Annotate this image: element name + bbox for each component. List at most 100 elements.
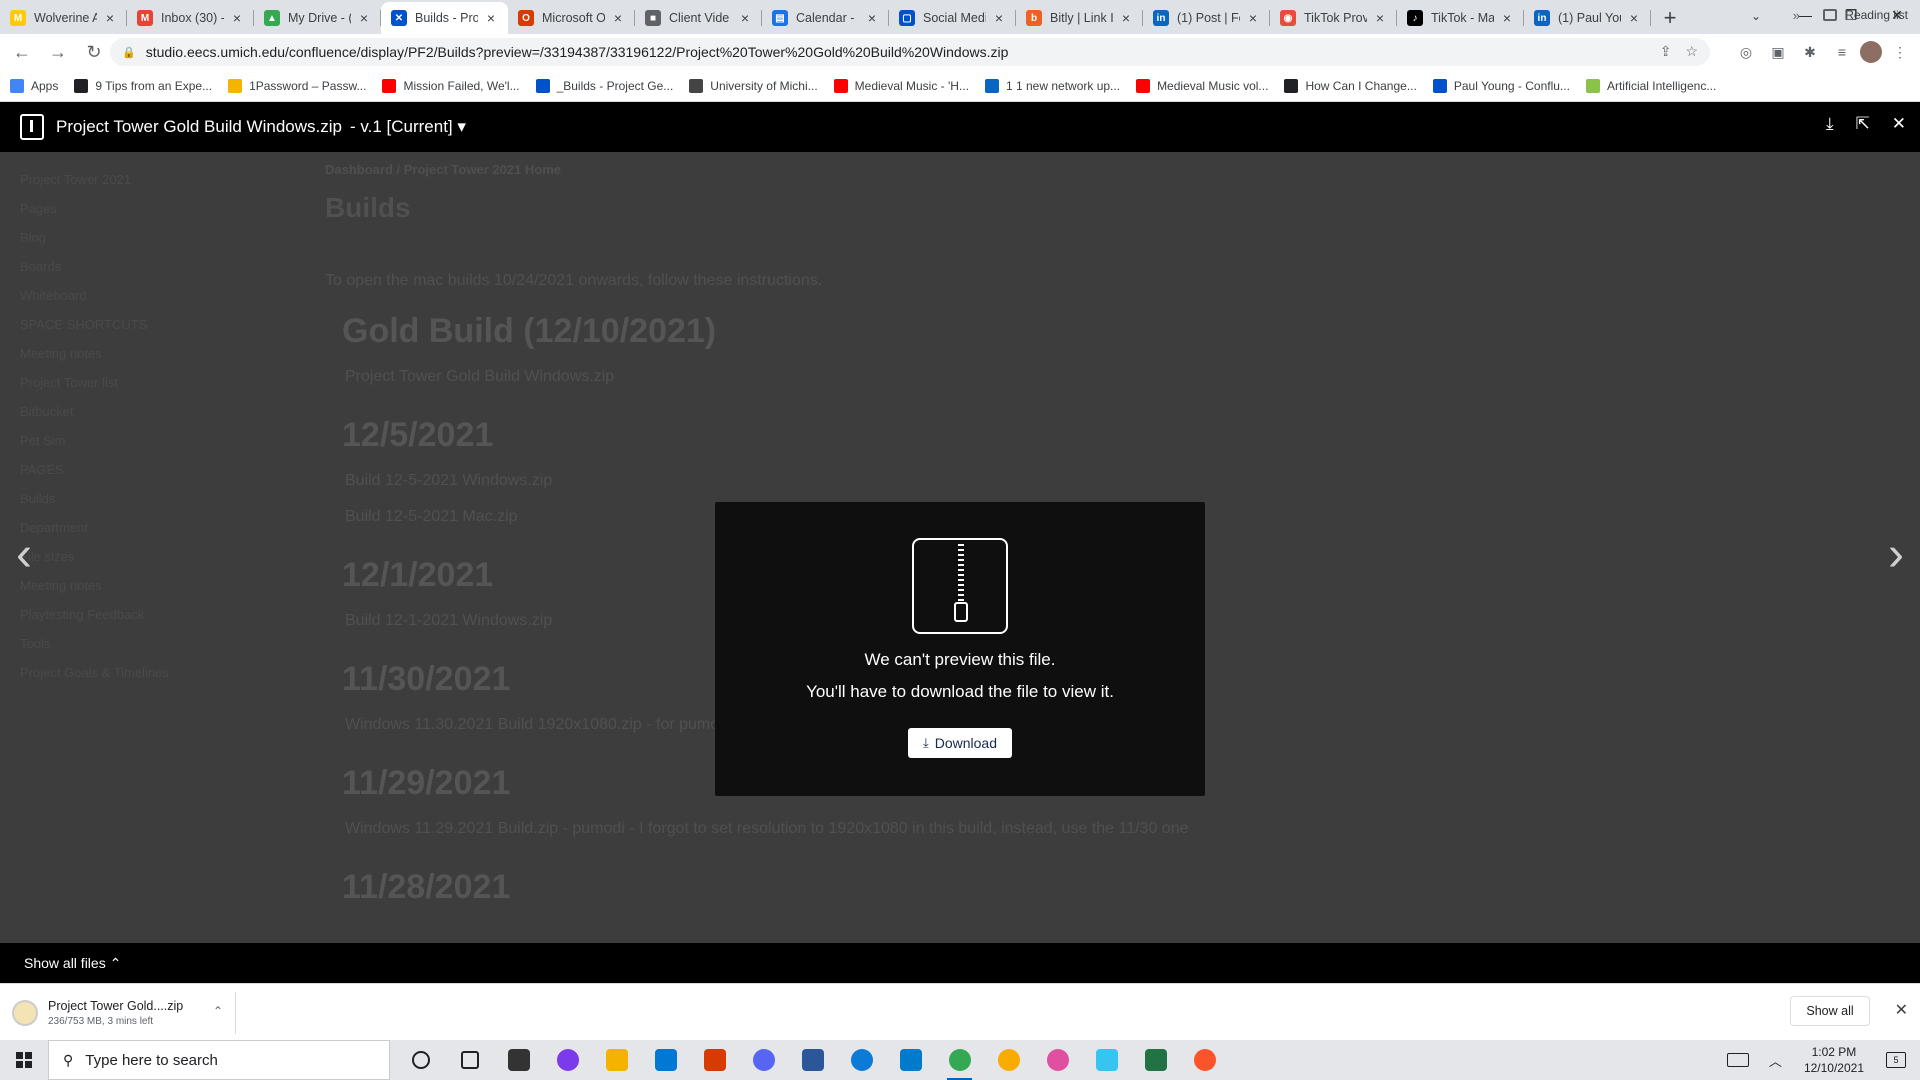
download-icon[interactable]: ⤓ xyxy=(1826,114,1834,134)
bookmark-star-icon[interactable]: ☆ xyxy=(1685,43,1698,60)
start-button[interactable] xyxy=(0,1040,48,1080)
bookmark-item[interactable]: Apps xyxy=(10,78,58,93)
browser-tab[interactable]: b Bitly | Link I × xyxy=(1016,2,1143,34)
taskbar-app[interactable] xyxy=(592,1040,641,1080)
browser-tab[interactable]: in (1) Paul You × xyxy=(1524,2,1651,34)
sidebar-item[interactable]: Project Tower list xyxy=(20,375,280,390)
close-tab-icon[interactable]: × xyxy=(103,10,117,26)
sidebar-item[interactable]: Department xyxy=(20,520,280,535)
sidebar-item[interactable]: Boards xyxy=(20,259,280,274)
file-link[interactable]: Windows 11.30.2021 Build 1920x1080.zip -… xyxy=(345,716,732,734)
taskbar-app[interactable] xyxy=(396,1040,445,1080)
bookmark-item[interactable]: University of Michi... xyxy=(689,78,818,93)
close-tab-icon[interactable]: × xyxy=(1500,10,1514,26)
show-all-files-bar[interactable]: Show all files ⌃ xyxy=(0,943,1920,983)
media-control-icon[interactable]: ≡ xyxy=(1828,38,1856,66)
file-link[interactable]: Windows 11.29.2021 Build.zip - pumodi - … xyxy=(345,820,1189,838)
extensions-puzzle-icon[interactable]: ✱ xyxy=(1796,38,1824,66)
bookmarks-overflow-icon[interactable]: » xyxy=(1793,8,1800,23)
new-tab-button[interactable]: + xyxy=(1655,2,1685,34)
forward-icon[interactable]: → xyxy=(44,38,72,66)
download-button[interactable]: ⤓ Download xyxy=(908,728,1012,758)
close-shelf-icon[interactable]: ✕ xyxy=(1895,1000,1908,1020)
sidebar-item[interactable]: Builds xyxy=(20,491,280,506)
keyboard-icon[interactable] xyxy=(1726,1053,1749,1067)
sidebar-item[interactable]: SPACE SHORTCUTS xyxy=(20,317,280,332)
browser-tab[interactable]: ♪ TikTok - Ma × xyxy=(1397,2,1524,34)
bookmark-item[interactable]: How Can I Change... xyxy=(1284,78,1417,93)
bookmark-item[interactable]: Medieval Music - 'H... xyxy=(833,78,969,93)
bookmark-item[interactable]: Mission Failed, We'l... xyxy=(382,78,520,93)
download-item[interactable]: Project Tower Gold....zip 236/753 MB, 3 … xyxy=(12,992,236,1034)
previous-file-icon[interactable]: ‹ xyxy=(16,527,32,582)
browser-tab[interactable]: ■ Client Vide × xyxy=(635,2,762,34)
next-file-icon[interactable]: › xyxy=(1888,527,1904,582)
sidebar-item[interactable]: Bitbucket xyxy=(20,404,280,419)
sidebar-item[interactable]: Meeting notes xyxy=(20,578,280,593)
taskbar-app[interactable] xyxy=(1131,1040,1180,1080)
close-tab-icon[interactable]: × xyxy=(357,10,371,26)
notification-center-icon[interactable]: 5 xyxy=(1886,1052,1906,1068)
profile-avatar[interactable] xyxy=(1860,41,1882,63)
file-link[interactable]: Build 12-1-2021 Windows.zip xyxy=(345,612,552,630)
close-tab-icon[interactable]: × xyxy=(484,10,498,26)
share-icon[interactable]: ⇪ xyxy=(1660,43,1672,60)
browser-tab[interactable]: in (1) Post | Fe × xyxy=(1143,2,1270,34)
browser-tab[interactable]: ▲ My Drive - (× xyxy=(254,2,381,34)
close-tab-icon[interactable]: × xyxy=(1627,10,1641,26)
browser-tab[interactable]: O Microsoft O × xyxy=(508,2,635,34)
close-tab-icon[interactable]: × xyxy=(738,10,752,26)
menu-kebab-icon[interactable]: ⋮ xyxy=(1886,38,1914,66)
sidebar-item[interactable]: Project Goals & Timelines xyxy=(20,665,280,680)
file-link[interactable]: Build 12-5-2021 Mac.zip xyxy=(345,508,518,526)
browser-tab[interactable]: ◉ TikTok Prov × xyxy=(1270,2,1397,34)
bookmark-item[interactable]: Paul Young - Conflu... xyxy=(1432,78,1570,93)
taskbar-app[interactable] xyxy=(445,1040,494,1080)
sidebar-item[interactable]: Project Tower 2021 xyxy=(20,172,280,187)
close-tab-icon[interactable]: × xyxy=(1119,10,1133,26)
file-link[interactable]: Project Tower Gold Build Windows.zip xyxy=(345,368,614,386)
taskbar-search-box[interactable]: ⚲ Type here to search xyxy=(48,1040,390,1080)
close-tab-icon[interactable]: × xyxy=(865,10,879,26)
reload-icon[interactable]: ↻ xyxy=(80,38,108,66)
file-link[interactable]: Build 12-5-2021 Windows.zip xyxy=(345,472,552,490)
taskbar-app[interactable] xyxy=(543,1040,592,1080)
taskbar-app[interactable] xyxy=(690,1040,739,1080)
sidebar-item[interactable]: Tools xyxy=(20,636,280,651)
back-icon[interactable]: ← xyxy=(8,38,36,66)
sidebar-item[interactable]: Pet Sim xyxy=(20,433,280,448)
browser-tab[interactable]: ▢ Social Medi × xyxy=(889,2,1016,34)
close-tab-icon[interactable]: × xyxy=(1373,10,1387,26)
show-hidden-icons-chevron[interactable]: ︿ xyxy=(1769,1051,1782,1070)
taskbar-app[interactable] xyxy=(837,1040,886,1080)
sidebar-item[interactable]: Playtesting Feedback xyxy=(20,607,280,622)
browser-tab[interactable]: ▤ Calendar - I × xyxy=(762,2,889,34)
minimize-icon[interactable]: — xyxy=(1782,0,1828,30)
version-dropdown[interactable]: - v.1 [Current] ▾ xyxy=(350,117,466,137)
address-bar[interactable]: 🔒 studio.eecs.umich.edu/confluence/displ… xyxy=(110,38,1710,66)
taskbar-app[interactable] xyxy=(935,1040,984,1080)
open-external-icon[interactable]: ⇱ xyxy=(1856,114,1870,134)
bookmark-item[interactable]: 9 Tips from an Expe... xyxy=(74,78,212,93)
extension-icon[interactable]: ◎ xyxy=(1732,38,1760,66)
taskbar-app[interactable] xyxy=(886,1040,935,1080)
clock[interactable]: 1:02 PM 12/10/2021 xyxy=(1804,1044,1864,1076)
bookmark-item[interactable]: 1 1 new network up... xyxy=(984,78,1120,93)
taskbar-app[interactable] xyxy=(494,1040,543,1080)
tab-search-icon[interactable]: ⌄ xyxy=(1742,4,1770,28)
download-options-chevron-icon[interactable]: ⌃ xyxy=(213,1004,223,1018)
sidebar-item[interactable]: Pages xyxy=(20,201,280,216)
close-preview-icon[interactable]: ✕ xyxy=(1892,114,1906,134)
reading-list-button[interactable]: Reading list xyxy=(1823,8,1908,22)
bookmark-item[interactable]: _Builds - Project Ge... xyxy=(535,78,673,93)
browser-tab[interactable]: M Inbox (30) - × xyxy=(127,2,254,34)
sidebar-item[interactable]: Blog xyxy=(20,230,280,245)
bookmark-item[interactable]: Artificial Intelligenc... xyxy=(1585,78,1716,93)
taskbar-app[interactable] xyxy=(739,1040,788,1080)
taskbar-app[interactable] xyxy=(788,1040,837,1080)
sidebar-item[interactable]: PAGES xyxy=(20,462,280,477)
close-tab-icon[interactable]: × xyxy=(611,10,625,26)
bookmark-item[interactable]: 1Password – Passw... xyxy=(228,78,366,93)
sidebar-item[interactable]: File sizes xyxy=(20,549,280,564)
extension-icon[interactable]: ▣ xyxy=(1764,38,1792,66)
